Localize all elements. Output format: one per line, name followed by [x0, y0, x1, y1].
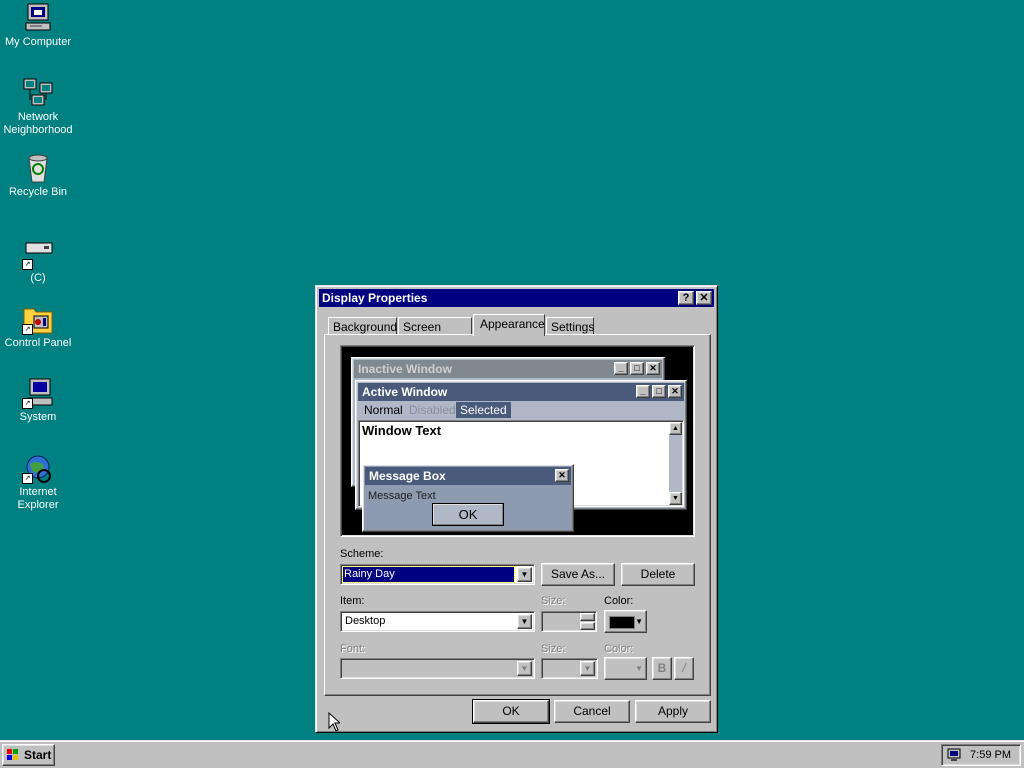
help-icon: ?: [682, 292, 690, 304]
preview-msgbox-title-text: Message Box: [369, 469, 446, 483]
desktop-icon-label: My Computer: [4, 36, 72, 48]
preview-inactive-title-text: Inactive Window: [358, 362, 452, 376]
title-bar[interactable]: Display Properties ? ✕: [319, 289, 714, 307]
windows-logo-icon: [6, 748, 20, 762]
close-icon: ✕: [668, 385, 682, 398]
font-color-button[interactable]: ▼: [604, 657, 647, 680]
clock[interactable]: 7:59 PM: [970, 749, 1011, 761]
desktop-icon-drive-c[interactable]: ↗ (C): [0, 238, 76, 285]
preview-msgbox-title: Message Box ✕: [365, 467, 571, 485]
system-tray: 7:59 PM: [941, 744, 1021, 766]
mouse-cursor-icon: [328, 712, 340, 732]
apply-button[interactable]: Apply: [635, 700, 711, 723]
scheme-select[interactable]: Rainy Day ▼: [340, 564, 535, 585]
desktop-icon-system[interactable]: ↗ System: [0, 377, 76, 424]
window-title: Display Properties: [322, 291, 428, 305]
help-button[interactable]: ?: [678, 291, 694, 305]
item-color-button[interactable]: ▼: [604, 610, 647, 633]
control-panel-icon: ↗: [22, 303, 54, 335]
desktop-icon-recycle-bin[interactable]: Recycle Bin: [0, 152, 76, 199]
drive-shortcut-icon: ↗: [22, 238, 54, 270]
preview-scrollbar: ▲ ▼: [669, 422, 682, 505]
chevron-down-icon: ▼: [635, 617, 643, 626]
minimize-icon: _: [614, 362, 628, 375]
color-swatch: [609, 616, 635, 629]
spin-up-icon[interactable]: [580, 613, 595, 621]
color-label: Color:: [604, 595, 634, 607]
cancel-button[interactable]: Cancel: [554, 700, 630, 723]
preview-ok-button: OK: [432, 503, 504, 526]
desktop-icon-label: Recycle Bin: [8, 186, 68, 198]
shortcut-arrow-icon: ↗: [22, 259, 33, 270]
maximize-icon: □: [652, 385, 666, 398]
menu-disabled: Disabled: [409, 403, 456, 417]
preview-msgbox-text: Message Text: [368, 490, 436, 502]
chevron-down-icon[interactable]: ▼: [517, 567, 532, 582]
chevron-down-icon[interactable]: ▼: [580, 661, 595, 676]
desktop-icon-label: (C): [30, 272, 46, 284]
ok-button[interactable]: OK: [472, 699, 550, 724]
menu-normal: Normal: [364, 403, 403, 417]
system-icon: ↗: [22, 377, 54, 409]
item-value: Desktop: [345, 615, 386, 627]
shortcut-arrow-icon: ↗: [22, 398, 33, 409]
start-button[interactable]: Start: [2, 744, 55, 766]
item-select[interactable]: Desktop ▼: [340, 611, 535, 632]
appearance-panel: Inactive Window _ □ ✕ Active Window _ □ …: [324, 334, 711, 696]
maximize-icon: □: [630, 362, 644, 375]
scheme-label: Scheme:: [340, 548, 384, 560]
font-select[interactable]: ▼: [340, 658, 535, 679]
shortcut-arrow-icon: ↗: [22, 324, 33, 335]
preview-inactive-title: Inactive Window _ □ ✕: [354, 360, 662, 378]
desktop-icon-network-neighborhood[interactable]: Network Neighborhood: [0, 77, 76, 137]
size-label: Size:: [541, 595, 566, 607]
scroll-up-icon: ▲: [669, 422, 682, 435]
display-settings-icon[interactable]: [946, 748, 962, 762]
preview-menu-bar: Normal Disabled Selected: [358, 402, 684, 418]
desktop-icon-control-panel[interactable]: ↗ Control Panel: [0, 303, 76, 350]
delete-button[interactable]: Delete: [621, 563, 695, 586]
font-label: Font:: [340, 643, 366, 655]
computer-icon: [22, 2, 54, 34]
preview-message-box: Message Box ✕ Message Text OK: [362, 464, 574, 532]
chevron-down-icon[interactable]: ▼: [517, 661, 532, 676]
close-icon: ✕: [699, 292, 709, 304]
save-as-button[interactable]: Save As...: [541, 563, 615, 586]
menu-selected: Selected: [456, 402, 511, 418]
italic-button[interactable]: /: [674, 657, 694, 680]
spin-down-icon[interactable]: [580, 622, 595, 630]
desktop-icon-label: Internet Explorer: [17, 486, 59, 511]
tab-appearance[interactable]: Appearance: [473, 314, 545, 336]
close-icon: ✕: [646, 362, 660, 375]
desktop-icon-internet-explorer[interactable]: ↗ Internet Explorer: [0, 452, 76, 512]
internet-explorer-icon: ↗: [22, 452, 54, 484]
font-size-select[interactable]: ▼: [541, 658, 598, 679]
minimize-icon: _: [636, 385, 650, 398]
preview-active-title-text: Active Window: [362, 385, 448, 399]
item-label: Item:: [340, 595, 365, 607]
size-spinner[interactable]: [541, 611, 597, 632]
recycle-bin-icon: [22, 152, 54, 184]
bold-button[interactable]: B: [652, 657, 672, 680]
scroll-down-icon: ▼: [669, 492, 682, 505]
preview-active-title: Active Window _ □ ✕: [358, 383, 684, 401]
shortcut-arrow-icon: ↗: [22, 473, 33, 484]
close-button[interactable]: ✕: [696, 291, 712, 305]
desktop-icon-label: Network Neighborhood: [3, 111, 73, 136]
network-icon: [22, 77, 54, 109]
chevron-down-icon: ▼: [635, 664, 643, 673]
preview-window-text: Window Text: [362, 423, 442, 438]
desktop-icon-label: System: [19, 411, 57, 423]
start-label: Start: [24, 748, 52, 762]
font-size-label: Size:: [541, 643, 566, 655]
scheme-value: Rainy Day: [342, 566, 515, 583]
taskbar: Start 7:59 PM: [0, 740, 1024, 768]
font-color-label: Color:: [604, 643, 634, 655]
appearance-preview[interactable]: Inactive Window _ □ ✕ Active Window _ □ …: [340, 345, 695, 537]
desktop-icon-my-computer[interactable]: My Computer: [0, 2, 76, 49]
chevron-down-icon[interactable]: ▼: [517, 614, 532, 629]
display-properties-window: Display Properties ? ✕ Background Screen…: [315, 285, 718, 733]
desktop-icon-label: Control Panel: [4, 337, 72, 349]
close-icon: ✕: [555, 469, 569, 482]
